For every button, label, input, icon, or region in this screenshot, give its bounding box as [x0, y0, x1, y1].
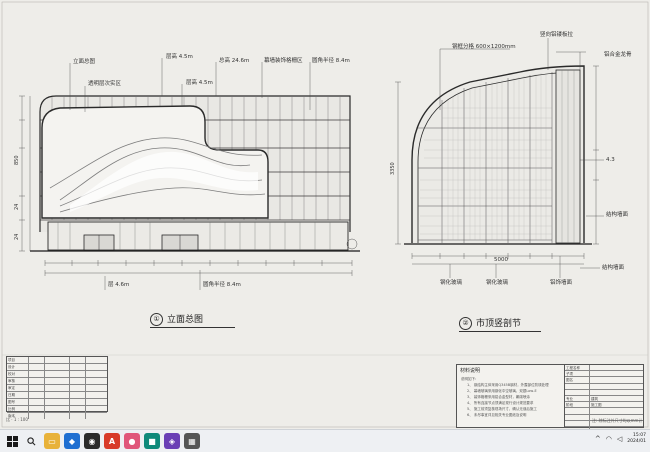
start-button[interactable] — [4, 433, 20, 449]
callout-vertical-panel: 竖向铝镂板拉 — [540, 32, 574, 38]
callout-steel-grid: 钢框分格 600×1200mm — [452, 44, 516, 50]
tb-cell: 审定 — [7, 385, 29, 391]
material-notes-block: 材料说明 说明如下: 1、 钢结构主体采用Q345B钢材，外露部位防锈处理 2、… — [456, 364, 566, 428]
callout-aluminum-keel: 铝合金龙骨 — [604, 52, 632, 58]
callout-floor-height-mid: 层高 4.5m — [186, 80, 213, 86]
dim-label-radius: 圆角半径 8.4m — [203, 282, 241, 288]
left-caption-underline — [150, 327, 235, 328]
notes-title: 材料说明 — [460, 368, 481, 374]
tb-cell: 建筑 — [591, 396, 598, 401]
taskbar-app-dark[interactable]: ◉ — [84, 433, 100, 449]
tb-cell — [590, 377, 642, 382]
right-view-caption: ② 市顶竖剖节 — [459, 316, 521, 330]
tb-cell: 图名 — [565, 377, 590, 383]
left-view-caption-text: 立面总图 — [167, 315, 204, 325]
app-icon: ■ — [148, 436, 156, 446]
dim-left-24b: 24 — [14, 233, 20, 240]
callout-facade-overview: 立面总图 — [73, 59, 96, 65]
app-icon: ◆ — [68, 436, 76, 446]
taskbar-app-teal[interactable]: ■ — [144, 433, 160, 449]
tb-cell: 施工图 — [591, 403, 602, 408]
tb-cell: 专业 — [565, 395, 590, 402]
volume-icon[interactable]: ◁ — [617, 435, 622, 443]
taskbar-app-file-explorer[interactable]: ▭ — [44, 433, 60, 449]
callout-structural-wall-1: 结构墙面 — [606, 212, 629, 218]
windows-taskbar: ▭ ◆ ◉ A ● ■ ◈ ▦ ^ ◠ ◁ 15:07 2024/01 — [0, 429, 650, 452]
search-icon — [27, 436, 36, 445]
app-icon: ● — [128, 436, 136, 446]
taskbar-clock[interactable]: 15:07 2024/01 — [627, 433, 646, 445]
app-icon: ◉ — [88, 436, 96, 446]
right-section — [395, 38, 604, 278]
taskbar-app-gray[interactable]: ▦ — [184, 433, 200, 449]
folder-icon: ▭ — [48, 436, 56, 446]
app-icon: ◈ — [168, 436, 176, 446]
callout-curtain-grille: 幕墙装饰格栅区 — [264, 58, 303, 64]
left-title-block: 项目 设计 校对 审核 审定 日期 图号 比例 版本 — [6, 356, 108, 419]
wifi-icon[interactable]: ◠ — [606, 435, 612, 443]
dim-right-3350: 3350 — [390, 162, 396, 175]
callout-floor-height-top: 层高 4.5m — [166, 54, 193, 60]
right-view-caption-text: 市顶竖剖节 — [476, 319, 522, 329]
scale-note: 比 · 1 : 100 — [6, 417, 28, 422]
chevron-up-icon[interactable]: ^ — [595, 435, 601, 443]
tb-cell: 阶段 — [565, 402, 590, 408]
dim-bottom-5000: 5000 — [494, 257, 508, 263]
taskbar-app-red[interactable]: A — [104, 433, 120, 449]
tb-cell: 图号 — [7, 399, 29, 405]
tb-cell: 项目 — [7, 357, 29, 363]
taskbar-app-purple[interactable]: ◈ — [164, 433, 180, 449]
app-icon: A — [108, 436, 116, 446]
drawing-sheet: 立面总图 透明层次实区 层高 4.5m 层高 4.5m 总高 24.6m 幕墙装… — [0, 0, 650, 433]
app-icon: ▦ — [188, 436, 196, 446]
dim-left-850: 850 — [14, 155, 20, 165]
tb-cell: 比例 — [7, 406, 29, 412]
dim-label-floor: 层 4.6m — [108, 282, 130, 288]
caption-number-circle: ② — [459, 317, 472, 330]
tb-cell: 日期 — [7, 392, 29, 398]
callout-corner-radius: 圆角半径 8.4m — [312, 58, 350, 64]
label-tempered-glass-1: 钢化玻璃 — [440, 280, 463, 286]
tb-cell: 子项 — [565, 371, 590, 377]
taskbar-search-button[interactable] — [23, 433, 40, 449]
tb-cell: 校对 — [7, 371, 29, 377]
caption-number-circle: ① — [150, 313, 163, 326]
left-view-caption: ① 立面总图 — [150, 312, 203, 326]
system-tray: ^ ◠ ◁ 15:07 2024/01 — [595, 433, 646, 445]
tb-cell: 工程名称 — [565, 365, 590, 371]
taskbar-app-blue[interactable]: ◆ — [64, 433, 80, 449]
clock-date: 2024/01 — [627, 439, 646, 444]
note-item: 6、 未尽事宜详见相关专业图纸及说明 — [467, 413, 527, 417]
callout-structural-wall-2: 结构墙面 — [602, 265, 625, 271]
tb-cell — [590, 371, 642, 376]
tb-cell — [590, 365, 642, 370]
callout-dim-4-3: 4.3 — [606, 157, 615, 163]
left-elevation — [19, 58, 360, 290]
tb-cell: 审核 — [7, 378, 29, 384]
windows-logo-icon — [6, 435, 18, 447]
label-aluminum-wall: 铝饰墙面 — [550, 280, 573, 286]
callout-total-height: 总高 24.6m — [219, 58, 250, 64]
taskbar-app-pink[interactable]: ● — [124, 433, 140, 449]
units-note: 注: 除标注外尺寸均以mm计 — [592, 418, 643, 423]
callout-transparent-zone: 透明层次实区 — [88, 81, 122, 87]
tb-cell: 设计 — [7, 364, 29, 370]
label-tempered-glass-2: 钢化玻璃 — [486, 280, 509, 286]
dim-left-24a: 24 — [14, 203, 20, 210]
right-caption-underline — [459, 331, 541, 332]
